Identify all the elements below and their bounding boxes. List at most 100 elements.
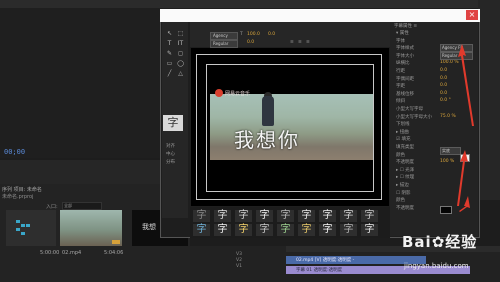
- clip1-duration: 5:00:00: [40, 250, 60, 256]
- close-button[interactable]: ×: [466, 10, 478, 20]
- timeline-clip-video-label: 02.mp4 [V] 透明度:透明度 -: [296, 258, 355, 263]
- property-label: 不透明度: [396, 205, 414, 211]
- title-style-swatch[interactable]: 字: [361, 210, 378, 222]
- property-label: 倾斜: [396, 99, 405, 105]
- align-right-icon[interactable]: ≡: [306, 40, 310, 45]
- title-style-swatch[interactable]: 字: [319, 224, 336, 236]
- property-label: 填充类型: [396, 145, 414, 150]
- annotation-arrow-up: [458, 44, 474, 126]
- title-style-swatch[interactable]: 字: [340, 224, 357, 236]
- project-clip-sequence[interactable]: [6, 210, 56, 246]
- annotation-arrow-up: [457, 150, 468, 206]
- title-style-swatch[interactable]: 字: [319, 210, 336, 222]
- title-style-swatch[interactable]: 字: [235, 210, 252, 222]
- property-label: 小型大写字母大小: [396, 114, 432, 120]
- title-style-swatch[interactable]: 字: [298, 224, 315, 236]
- property-label: 下划线: [396, 122, 410, 128]
- property-label: ☑ 填充: [396, 137, 411, 143]
- project-filter-label: 入口:: [46, 204, 58, 210]
- property-value[interactable]: 0.0: [440, 76, 447, 81]
- property-label: ▸ 描边: [396, 183, 409, 188]
- property-value[interactable]: 0.0: [440, 83, 447, 88]
- property-label: 字偶间距: [396, 76, 414, 82]
- leading-value[interactable]: 0.0: [247, 40, 254, 45]
- project-filter-value: 全部: [64, 203, 72, 208]
- title-style-swatch[interactable]: 字: [277, 210, 294, 222]
- rounded-rect-tool-icon[interactable]: ▭: [165, 60, 174, 67]
- project-filter-input[interactable]: 全部: [62, 202, 102, 210]
- timeline-clip-title-label: 字幕 01 透明度:透明度: [296, 268, 343, 273]
- title-style-swatch[interactable]: 字: [235, 224, 252, 236]
- align-section-label: 对齐: [166, 144, 175, 149]
- line-tool-icon[interactable]: ╱: [165, 70, 174, 77]
- subtitle-text[interactable]: 我想你: [234, 124, 300, 153]
- track-label: V1: [236, 264, 242, 269]
- annotation-arrows: [457, 44, 474, 212]
- title-style-swatch[interactable]: 字: [214, 224, 231, 236]
- font-size-icon: T: [240, 32, 243, 37]
- center-section-label: 中心: [166, 152, 175, 157]
- property-label: 颜色: [396, 198, 405, 204]
- vertical-type-tool-icon[interactable]: IT: [176, 40, 185, 47]
- property-label: ▸ ☐ 纹理: [396, 175, 415, 181]
- title-style-swatch[interactable]: 字: [214, 210, 231, 222]
- source-timecode: 00;00: [4, 148, 26, 156]
- font-family-select[interactable]: Agency: [210, 32, 238, 40]
- project-filename: 未命名.prproj: [2, 194, 34, 200]
- wedge-tool-icon[interactable]: △: [176, 70, 185, 77]
- type-tool-icon[interactable]: T: [165, 40, 174, 47]
- property-label: 行距: [396, 69, 405, 74]
- font-size-value[interactable]: 100.0: [247, 32, 260, 37]
- property-label: ▸ ☐ 光泽: [396, 167, 415, 173]
- property-value[interactable]: 0.0: [440, 91, 447, 96]
- clip-label-flag: [112, 240, 120, 244]
- clip2-duration: 5:04:06: [104, 250, 124, 256]
- project-tabs[interactable]: 序列 项目: 未命名: [2, 186, 42, 193]
- clip2-name: 02.mp4: [62, 250, 82, 256]
- title-style-swatch[interactable]: 字: [298, 210, 315, 222]
- align-center-icon[interactable]: ≡: [298, 40, 302, 45]
- title-style-swatch[interactable]: 字: [193, 224, 210, 236]
- dialog-titlebar[interactable]: [160, 9, 480, 22]
- property-label: 字体大小: [396, 53, 414, 59]
- watermark-url: jingyan.baidu.com: [404, 262, 469, 270]
- title-style-swatch[interactable]: 字: [256, 224, 273, 236]
- align-left-icon[interactable]: ≡: [290, 40, 294, 45]
- ellipse-tool-icon[interactable]: ◯: [176, 60, 185, 67]
- kerning-value[interactable]: 0.0: [268, 32, 275, 37]
- netease-music-logo-icon: [215, 89, 223, 97]
- properties-title: 字幕属性 ≡: [394, 24, 418, 29]
- property-label: 纵横比: [396, 61, 410, 67]
- title-style-preview[interactable]: 字: [163, 115, 183, 131]
- title-style-swatch[interactable]: 字: [340, 210, 357, 222]
- app-top-strip: [0, 0, 500, 8]
- distribute-section-label: 分布: [166, 160, 175, 165]
- selection-tool-icon[interactable]: ↖: [165, 30, 174, 37]
- title-style-swatch[interactable]: 字: [361, 224, 378, 236]
- baidu-jingyan-watermark: Bai✿经验: [402, 233, 478, 251]
- tool-section-labels: 对齐 中心 分布: [166, 143, 175, 167]
- property-label: ▾ 属性: [396, 31, 409, 36]
- property-label: 不透明度: [396, 160, 414, 166]
- property-label: ▸ 扭曲: [396, 129, 409, 135]
- track-labels: V3 V2 V1: [236, 252, 242, 270]
- property-value[interactable]: 0.0: [440, 68, 447, 73]
- property-label: 基线位移: [396, 91, 414, 97]
- font-style-select[interactable]: Regular: [210, 40, 238, 48]
- source-monitor: [0, 8, 160, 158]
- rotate-tool-icon[interactable]: ⬚: [176, 30, 185, 37]
- title-style-swatch[interactable]: 字: [277, 224, 294, 236]
- clip3-text: 我想: [142, 223, 156, 231]
- property-label: 颜色: [396, 152, 405, 158]
- title-style-swatch[interactable]: 字: [193, 210, 210, 222]
- pen-tool-icon[interactable]: ✎: [165, 50, 174, 57]
- source-monitor-controls: [0, 160, 160, 184]
- property-label: 小型大写字母: [396, 107, 423, 112]
- video-logo-text: 网易云音乐: [225, 91, 251, 97]
- annotation-arrow-up: [459, 196, 470, 212]
- property-label: 字体样式: [396, 46, 414, 52]
- title-style-swatch[interactable]: 字: [256, 210, 273, 222]
- property-label: 字距: [396, 84, 405, 90]
- property-label: ☐ 阴影: [396, 190, 411, 196]
- rectangle-tool-icon[interactable]: ◻: [176, 50, 185, 57]
